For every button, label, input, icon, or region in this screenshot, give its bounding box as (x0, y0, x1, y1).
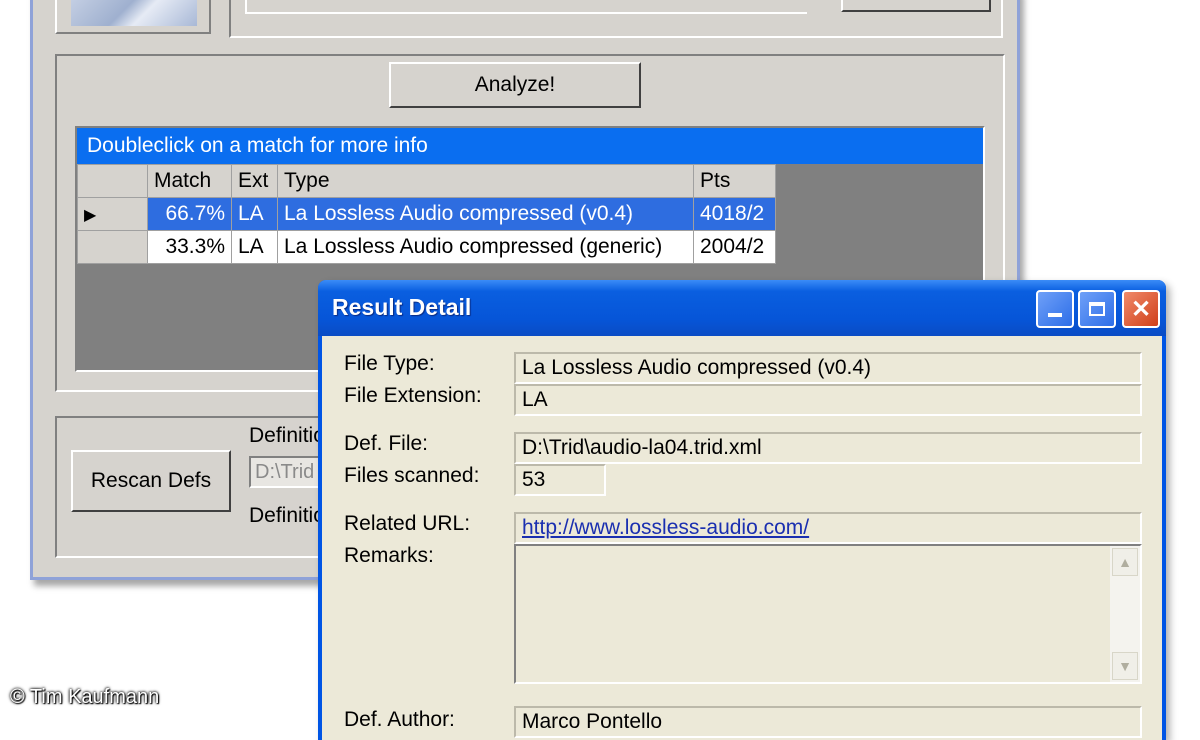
files-scanned-field[interactable]: 53 (514, 464, 606, 496)
close-button[interactable]: ✕ (1122, 290, 1160, 328)
file-extension-field[interactable]: LA (514, 384, 1142, 416)
file-input-edge[interactable] (245, 0, 807, 14)
file-type-field[interactable]: La Lossless Audio compressed (v0.4) (514, 352, 1142, 384)
def-author-label: Def. Author: (344, 708, 455, 731)
results-caption: Doubleclick on a match for more info (77, 128, 983, 164)
scroll-up-icon[interactable]: ▲ (1112, 548, 1138, 576)
browse-button[interactable] (841, 0, 991, 12)
files-scanned-label: Files scanned: (344, 464, 480, 487)
file-type-label: File Type: (344, 352, 435, 375)
cell-ext: LA (231, 230, 278, 264)
definitions-count-label: Definitio (249, 504, 325, 527)
related-url-field: http://www.lossless-audio.com/ (514, 512, 1142, 544)
cell-pts: 4018/2 (693, 197, 776, 231)
row-indicator-header (77, 164, 148, 198)
column-header-ext[interactable]: Ext (231, 164, 278, 198)
remarks-scrollbar[interactable]: ▲ ▼ (1110, 546, 1140, 682)
remarks-label: Remarks: (344, 544, 434, 567)
dialog-titlebar[interactable]: Result Detail ✕ (318, 280, 1166, 336)
maximize-icon (1089, 302, 1105, 316)
row-pointer-icon: ▶ (84, 207, 97, 224)
close-icon: ✕ (1130, 295, 1152, 323)
minimize-icon (1048, 313, 1062, 317)
cell-pts: 2004/2 (693, 230, 776, 264)
cell-type: La Lossless Audio compressed (generic) (277, 230, 694, 264)
column-header-type[interactable]: Type (277, 164, 694, 198)
app-logo-image (71, 0, 197, 26)
column-header-pts[interactable]: Pts (693, 164, 776, 198)
def-file-label: Def. File: (344, 432, 429, 455)
definitions-label: Definitio (249, 424, 325, 447)
file-extension-label: File Extension: (344, 384, 482, 407)
table-row[interactable]: ▶ 66.7% LA La Lossless Audio compressed … (77, 197, 776, 231)
results-table[interactable]: Match Ext Type Pts ▶ 66.7% LA La Lossles… (77, 164, 776, 264)
cell-type: La Lossless Audio compressed (v0.4) (277, 197, 694, 231)
cell-match: 33.3% (147, 230, 232, 264)
analyze-button[interactable]: Analyze! (389, 62, 641, 108)
table-row[interactable]: 33.3% LA La Lossless Audio compressed (g… (77, 230, 776, 264)
column-header-match[interactable]: Match (147, 164, 232, 198)
table-header-row: Match Ext Type Pts (77, 164, 776, 198)
def-author-field[interactable]: Marco Pontello (514, 706, 1142, 738)
photo-credit: © Tim Kaufmann (10, 686, 160, 708)
file-group (229, 0, 1003, 38)
row-indicator (77, 230, 148, 264)
scroll-down-icon[interactable]: ▼ (1112, 652, 1138, 680)
row-indicator: ▶ (77, 197, 148, 231)
minimize-button[interactable] (1036, 290, 1074, 328)
remarks-textarea[interactable]: ▲ ▼ (514, 544, 1142, 684)
logo-frame (55, 0, 211, 34)
cell-match: 66.7% (147, 197, 232, 231)
dialog-title: Result Detail (332, 294, 472, 320)
def-file-field[interactable]: D:\Trid\audio-la04.trid.xml (514, 432, 1142, 464)
cell-ext: LA (231, 197, 278, 231)
result-detail-dialog: Result Detail ✕ File Type: La Lossless A… (318, 280, 1166, 740)
related-url-label: Related URL: (344, 512, 471, 535)
maximize-button[interactable] (1078, 290, 1116, 328)
dialog-body: File Type: La Lossless Audio compressed … (322, 336, 1162, 740)
related-url-link[interactable]: http://www.lossless-audio.com/ (522, 516, 809, 539)
rescan-defs-button[interactable]: Rescan Defs (71, 450, 231, 512)
definitions-path-field[interactable]: D:\Trid (249, 456, 329, 488)
